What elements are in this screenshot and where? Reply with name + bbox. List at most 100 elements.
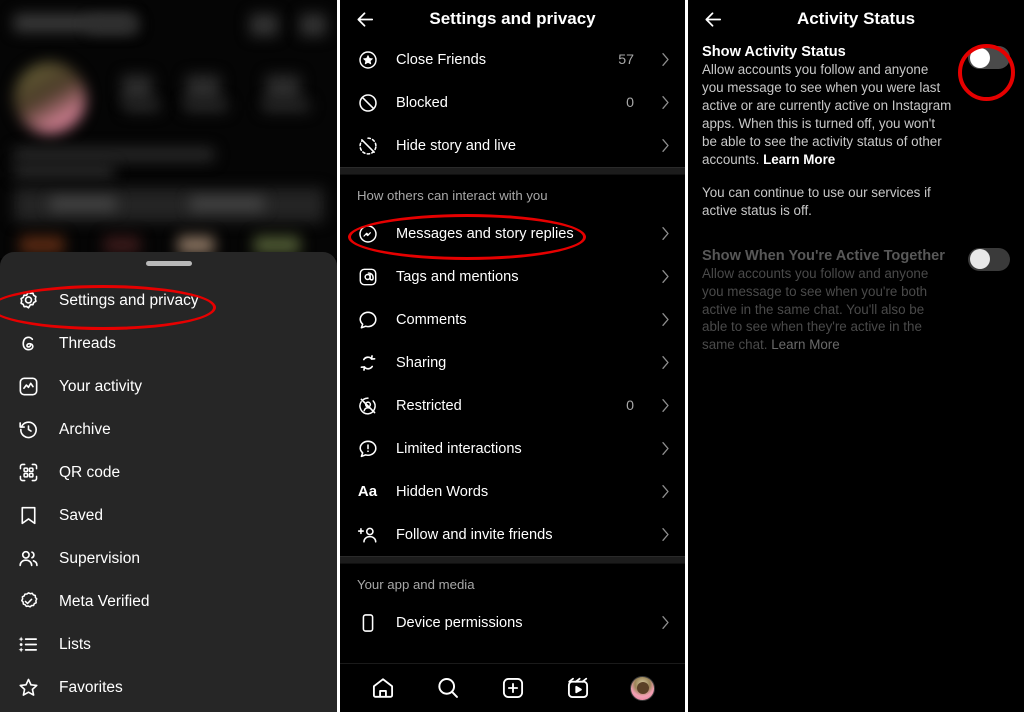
menu-item-label: Your activity (59, 377, 142, 395)
comment-bubble-icon (356, 308, 379, 331)
activity-status-panel: Activity Status Show Activity Status All… (688, 0, 1024, 712)
back-arrow-icon[interactable] (700, 6, 726, 32)
settings-row-label: Limited interactions (396, 440, 522, 457)
menu-item-settings-and-privacy[interactable]: Settings and privacy (0, 279, 337, 322)
chevron-right-icon (661, 355, 671, 370)
menu-item-meta-verified[interactable]: Meta Verified (0, 580, 337, 623)
blurred-profile-header (0, 0, 337, 258)
settings-row-label: Close Friends (396, 51, 487, 68)
add-person-icon (356, 523, 379, 546)
menu-item-label: Meta Verified (59, 592, 150, 610)
hidden-words-aa-icon: Aa (357, 483, 378, 500)
menu-item-label: Saved (59, 506, 103, 524)
page-title: Settings and privacy (429, 9, 596, 28)
limited-interactions-icon (356, 437, 379, 460)
setting-description-secondary: You can continue to use our services if … (702, 184, 931, 218)
menu-item-lists[interactable]: Lists (0, 623, 337, 666)
sheet-drag-handle[interactable] (145, 261, 192, 266)
menu-item-label: Settings and privacy (59, 291, 199, 309)
setting-show-activity-status: Show Activity Status Allow accounts you … (702, 44, 1010, 220)
settings-row-blocked[interactable]: Blocked 0 (340, 81, 685, 124)
settings-row-tags-and-mentions[interactable]: Tags and mentions (340, 255, 685, 298)
row-spacer (702, 220, 1010, 248)
page-title: Activity Status (796, 9, 916, 28)
search-icon[interactable] (434, 674, 462, 702)
settings-row-label: Blocked (396, 94, 448, 111)
archive-clock-icon (16, 418, 40, 442)
chevron-right-icon (661, 269, 671, 284)
settings-row-device-permissions[interactable]: Device permissions (340, 601, 685, 644)
menu-item-saved[interactable]: Saved (0, 494, 337, 537)
section-header-your-app-and-media: Your app and media (357, 577, 475, 592)
settings-row-count: 0 (626, 397, 634, 414)
settings-row-comments[interactable]: Comments (340, 298, 685, 341)
menu-item-your-activity[interactable]: Your activity (0, 365, 337, 408)
settings-row-close-friends[interactable]: Close Friends 57 (340, 38, 685, 81)
verified-badge-icon (16, 590, 40, 614)
active-together-toggle[interactable] (968, 247, 1010, 271)
settings-header: Settings and privacy (340, 0, 685, 38)
settings-row-label: Messages and story replies (396, 225, 574, 242)
chevron-right-icon (661, 226, 671, 241)
profile-bottom-sheet: Settings and privacy Threads Your activi… (0, 252, 337, 712)
chevron-right-icon (661, 312, 671, 327)
learn-more-link[interactable]: Learn More (763, 152, 835, 167)
settings-row-sharing[interactable]: Sharing (340, 341, 685, 384)
activity-status-toggle[interactable] (968, 46, 1010, 69)
setting-title: Show Activity Status (702, 44, 846, 60)
section-divider (340, 167, 685, 175)
settings-row-limited-interactions[interactable]: Limited interactions (340, 427, 685, 470)
close-friends-star-icon (356, 48, 379, 71)
menu-item-supervision[interactable]: Supervision (0, 537, 337, 580)
menu-item-label: Threads (59, 334, 116, 352)
setting-title: Show When You're Active Together (702, 247, 945, 264)
setting-description: Allow accounts you follow and anyone you… (702, 265, 952, 355)
settings-row-hidden-words[interactable]: Aa Hidden Words (340, 470, 685, 513)
profile-avatar-icon[interactable] (629, 674, 657, 702)
settings-row-restricted[interactable]: Restricted 0 (340, 384, 685, 427)
reels-icon[interactable] (564, 674, 592, 702)
toggle-knob (969, 47, 990, 68)
settings-row-messages-and-story-replies[interactable]: Messages and story replies (340, 212, 685, 255)
menu-item-favorites[interactable]: Favorites (0, 666, 337, 709)
activity-header: Activity Status (688, 0, 1024, 38)
sharing-repeat-icon (356, 351, 379, 374)
profile-menu-list: Settings and privacy Threads Your activi… (0, 279, 337, 709)
setting-description: Allow accounts you follow and anyone you… (702, 61, 952, 169)
settings-row-label: Hidden Words (396, 483, 489, 500)
chevron-right-icon (661, 441, 671, 456)
activity-chart-icon (16, 375, 40, 399)
home-icon[interactable] (369, 674, 397, 702)
device-phone-icon (356, 611, 379, 634)
settings-row-follow-and-invite-friends[interactable]: Follow and invite friends (340, 513, 685, 556)
chevron-right-icon (661, 615, 671, 630)
settings-row-count: 0 (626, 94, 634, 111)
settings-row-count: 57 (618, 51, 634, 68)
menu-item-label: QR code (59, 463, 121, 481)
menu-item-archive[interactable]: Archive (0, 408, 337, 451)
bottom-tab-bar (340, 663, 685, 712)
learn-more-link[interactable]: Learn More (771, 337, 839, 352)
chevron-right-icon (661, 95, 671, 110)
chevron-right-icon (661, 398, 671, 413)
settings-row-label: Sharing (396, 354, 447, 371)
settings-row-label: Device permissions (396, 614, 523, 631)
add-post-icon[interactable] (499, 674, 527, 702)
hide-story-icon (356, 134, 379, 157)
back-arrow-icon[interactable] (352, 6, 378, 32)
settings-row-hide-story-and-live[interactable]: Hide story and live (340, 124, 685, 167)
menu-item-threads[interactable]: Threads (0, 322, 337, 365)
settings-row-label: Tags and mentions (396, 268, 519, 285)
gear-icon (16, 289, 40, 313)
menu-item-qr-code[interactable]: QR code (0, 451, 337, 494)
restricted-icon (356, 394, 379, 417)
settings-row-label: Comments (396, 311, 467, 328)
menu-item-label: Lists (59, 635, 91, 653)
chevron-right-icon (661, 527, 671, 542)
setting-show-when-active-together: Show When You're Active Together Allow a… (702, 247, 1010, 355)
star-icon (16, 676, 40, 700)
section-divider (340, 556, 685, 564)
menu-item-label: Archive (59, 420, 111, 438)
chevron-right-icon (661, 484, 671, 499)
messenger-icon (356, 222, 379, 245)
